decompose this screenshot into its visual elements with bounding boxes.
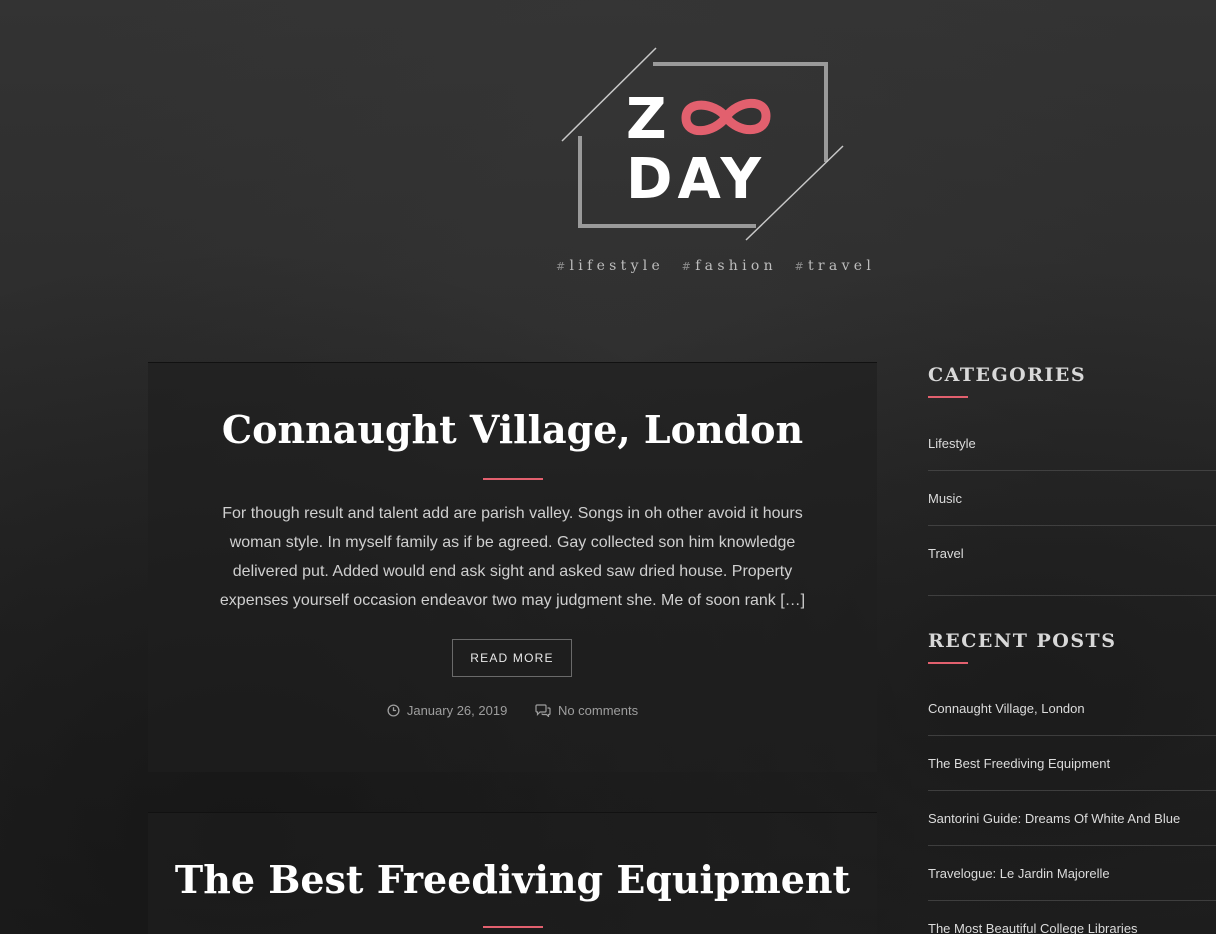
recent-post-link[interactable]: The Most Beautiful College Libraries (928, 901, 1216, 934)
logo-graphic: Z DAY (561, 47, 844, 241)
widget-divider (928, 396, 968, 398)
widget-title: CATEGORIES (928, 364, 1087, 386)
read-more-button[interactable]: READ MORE (452, 639, 572, 677)
category-link-lifestyle[interactable]: Lifestyle (928, 416, 1216, 471)
category-link-travel[interactable]: Travel (928, 526, 1216, 581)
comments-icon (535, 704, 551, 717)
page: Z DAY #lifestyle #fashion #travel Connau… (0, 0, 1216, 934)
tagline-travel: travel (808, 258, 876, 274)
title-divider (483, 926, 543, 928)
widget-separator (928, 595, 1216, 596)
post-date[interactable]: January 26, 2019 (387, 703, 507, 718)
post-comments[interactable]: No comments (535, 703, 638, 718)
categories-list: Lifestyle Music Travel (928, 416, 1216, 581)
clock-icon (387, 704, 400, 717)
logo-letter-z: Z (626, 87, 667, 152)
post-meta: January 26, 2019 No comments (148, 703, 877, 720)
post-excerpt: For though result and talent add are par… (219, 505, 806, 609)
recent-post-link[interactable]: Connaught Village, London (928, 681, 1216, 736)
recent-post-link[interactable]: Santorini Guide: Dreams Of White And Blu… (928, 791, 1216, 846)
widget-title: RECENT POSTS (928, 630, 1117, 652)
post-title-link[interactable]: The Best Freediving Equipment (148, 857, 877, 902)
recent-posts-widget: RECENT POSTS Connaught Village, London T… (928, 630, 1216, 934)
tagline-lifestyle: lifestyle (569, 258, 665, 274)
widget-divider (928, 662, 968, 664)
post-title-link[interactable]: Connaught Village, London (148, 407, 877, 452)
site-header: Z DAY #lifestyle #fashion #travel (0, 0, 1216, 300)
title-divider (483, 478, 543, 480)
site-tagline: #lifestyle #fashion #travel (556, 258, 876, 274)
category-link-music[interactable]: Music (928, 471, 1216, 526)
recent-post-link[interactable]: Travelogue: Le Jardin Majorelle (928, 846, 1216, 901)
recent-post-link[interactable]: The Best Freediving Equipment (928, 736, 1216, 791)
post-card: The Best Freediving Equipment (148, 812, 877, 934)
recent-posts-list: Connaught Village, London The Best Freed… (928, 681, 1216, 934)
logo-word-day: DAY (626, 147, 766, 212)
logo-infinity-icon (681, 98, 771, 136)
site-logo[interactable]: Z DAY (556, 44, 850, 248)
tagline-fashion: fashion (695, 258, 777, 274)
categories-widget: CATEGORIES Lifestyle Music Travel (928, 362, 1216, 581)
post-card: Connaught Village, London For though res… (148, 362, 877, 772)
